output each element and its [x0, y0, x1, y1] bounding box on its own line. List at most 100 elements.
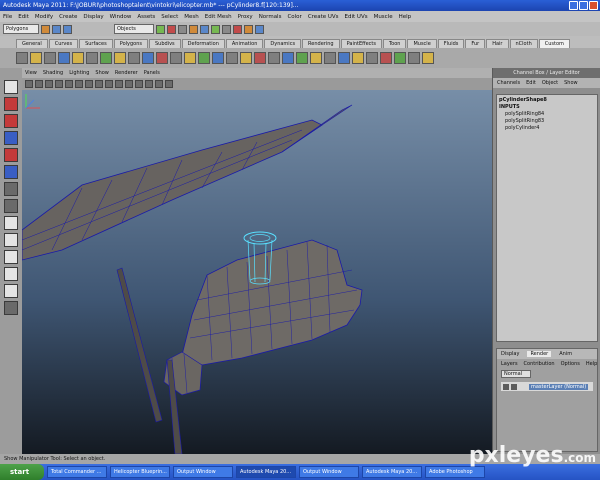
minimize-button[interactable]: [569, 1, 578, 10]
shelf-tool-icon[interactable]: [282, 52, 294, 64]
outliner-layout-icon[interactable]: [4, 267, 18, 281]
taskbar-item[interactable]: Total Commander ...: [47, 466, 107, 478]
shelf-tool-icon[interactable]: [156, 52, 168, 64]
layer-menu-layers[interactable]: Layers: [501, 361, 518, 367]
select-by-component-icon[interactable]: [178, 24, 187, 34]
menu-assets[interactable]: Assets: [137, 14, 155, 20]
paint-select-icon[interactable]: [4, 114, 18, 128]
snap-grid-icon[interactable]: [189, 24, 198, 34]
cb-tab-object[interactable]: Object: [542, 80, 558, 86]
isolate-select-icon[interactable]: [155, 80, 163, 88]
taskbar-item[interactable]: Autodesk Maya 20...: [362, 466, 422, 478]
smooth-shade-icon[interactable]: [105, 80, 113, 88]
taskbar-item[interactable]: Output Window: [299, 466, 359, 478]
close-button[interactable]: [589, 1, 598, 10]
input-node[interactable]: polyCylinder4: [499, 125, 595, 132]
shelf-tab-muscle[interactable]: Muscle: [407, 39, 437, 48]
shape-node-name[interactable]: pCylinderShape8: [499, 97, 595, 104]
snap-plane-icon[interactable]: [222, 24, 231, 34]
layer-tab-render[interactable]: Render: [527, 351, 552, 357]
menu-file[interactable]: File: [3, 14, 12, 20]
shelf-tab-fluids[interactable]: Fluids: [437, 39, 465, 48]
shelf-tool-icon[interactable]: [86, 52, 98, 64]
menu-set-dropdown[interactable]: Polygons: [3, 24, 39, 34]
shelf-tool-icon[interactable]: [72, 52, 84, 64]
shelf-tool-icon[interactable]: [128, 52, 140, 64]
shelf-tool-icon[interactable]: [100, 52, 112, 64]
shelf-tab-subdivs[interactable]: Subdivs: [149, 39, 181, 48]
start-button[interactable]: start: [0, 464, 44, 480]
menu-edit[interactable]: Edit: [18, 14, 29, 20]
textured-icon[interactable]: [125, 80, 133, 88]
shelf-tool-icon[interactable]: [170, 52, 182, 64]
menu-edit-mesh[interactable]: Edit Mesh: [205, 14, 232, 20]
scale-tool-icon[interactable]: [4, 165, 18, 179]
single-view-layout-icon[interactable]: [4, 216, 18, 230]
shelf-tab-toon[interactable]: Toon: [382, 39, 407, 48]
snap-point-icon[interactable]: [211, 24, 220, 34]
select-tool-icon[interactable]: [4, 80, 18, 94]
taskbar-item[interactable]: Helicopter Blueprin...: [110, 466, 170, 478]
menu-create[interactable]: Create: [59, 14, 77, 20]
cb-tab-show[interactable]: Show: [564, 80, 578, 86]
graph-layout-icon[interactable]: [4, 284, 18, 298]
hypershade-layout-icon[interactable]: [4, 301, 18, 315]
xray-icon[interactable]: [165, 80, 173, 88]
menu-window[interactable]: Window: [110, 14, 132, 20]
shelf-tab-general[interactable]: General: [16, 39, 48, 48]
bookmark-icon[interactable]: [45, 80, 53, 88]
vp-menu-show[interactable]: Show: [95, 70, 109, 76]
ipr-render-icon[interactable]: [244, 24, 253, 34]
vp-menu-shading[interactable]: Shading: [43, 70, 63, 76]
menu-modify[interactable]: Modify: [35, 14, 53, 20]
shelf-tool-icon[interactable]: [254, 52, 266, 64]
shelf-tool-icon[interactable]: [184, 52, 196, 64]
camera-icon[interactable]: [25, 80, 33, 88]
shelf-tab-ncloth[interactable]: nCloth: [509, 39, 538, 48]
layer-tab-display[interactable]: Display: [501, 351, 519, 357]
recycle-icon[interactable]: [511, 383, 517, 390]
input-node[interactable]: polySplitRing84: [499, 111, 595, 118]
new-scene-icon[interactable]: [41, 24, 50, 34]
rotate-tool-icon[interactable]: [4, 148, 18, 162]
shelf-tool-icon[interactable]: [30, 52, 42, 64]
shelf-tool-icon[interactable]: [212, 52, 224, 64]
shelf-tool-icon[interactable]: [16, 52, 28, 64]
image-plane-icon[interactable]: [55, 80, 63, 88]
maximize-button[interactable]: [579, 1, 588, 10]
shelf-tool-icon[interactable]: [422, 52, 434, 64]
shelf-tool-icon[interactable]: [310, 52, 322, 64]
shelf-tool-icon[interactable]: [226, 52, 238, 64]
universal-manipulator-icon[interactable]: [4, 182, 18, 196]
shelf-tool-icon[interactable]: [408, 52, 420, 64]
layer-menu-help[interactable]: Help: [586, 361, 597, 367]
menu-create-uvs[interactable]: Create UVs: [308, 14, 339, 20]
input-node[interactable]: polySplitRing83: [499, 118, 595, 125]
shelf-tab-polygons[interactable]: Polygons: [113, 39, 148, 48]
film-gate-icon[interactable]: [75, 80, 83, 88]
shelf-tool-icon[interactable]: [366, 52, 378, 64]
shelf-tab-dynamics[interactable]: Dynamics: [264, 39, 302, 48]
shelf-tool-icon[interactable]: [296, 52, 308, 64]
shelf-tool-icon[interactable]: [198, 52, 210, 64]
two-view-layout-icon[interactable]: [4, 250, 18, 264]
camera-attributes-icon[interactable]: [35, 80, 43, 88]
vp-menu-panels[interactable]: Panels: [144, 70, 160, 76]
layer-row[interactable]: masterLayer (Normal): [501, 382, 593, 391]
shelf-tab-curves[interactable]: Curves: [48, 39, 79, 48]
shelf-tool-icon[interactable]: [394, 52, 406, 64]
cb-tab-edit[interactable]: Edit: [526, 80, 536, 86]
menu-help[interactable]: Help: [399, 14, 412, 20]
shelf-tool-icon[interactable]: [58, 52, 70, 64]
shelf-tab-hair[interactable]: Hair: [486, 39, 509, 48]
shadows-icon[interactable]: [145, 80, 153, 88]
render-icon[interactable]: [233, 24, 242, 34]
vp-menu-lighting[interactable]: Lighting: [69, 70, 89, 76]
show-manipulator-icon[interactable]: [4, 199, 18, 213]
shelf-tool-icon[interactable]: [352, 52, 364, 64]
shelf-tool-icon[interactable]: [324, 52, 336, 64]
shelf-tab-fur[interactable]: Fur: [465, 39, 486, 48]
shelf-tool-icon[interactable]: [44, 52, 56, 64]
move-tool-icon[interactable]: [4, 131, 18, 145]
shelf-tool-icon[interactable]: [114, 52, 126, 64]
